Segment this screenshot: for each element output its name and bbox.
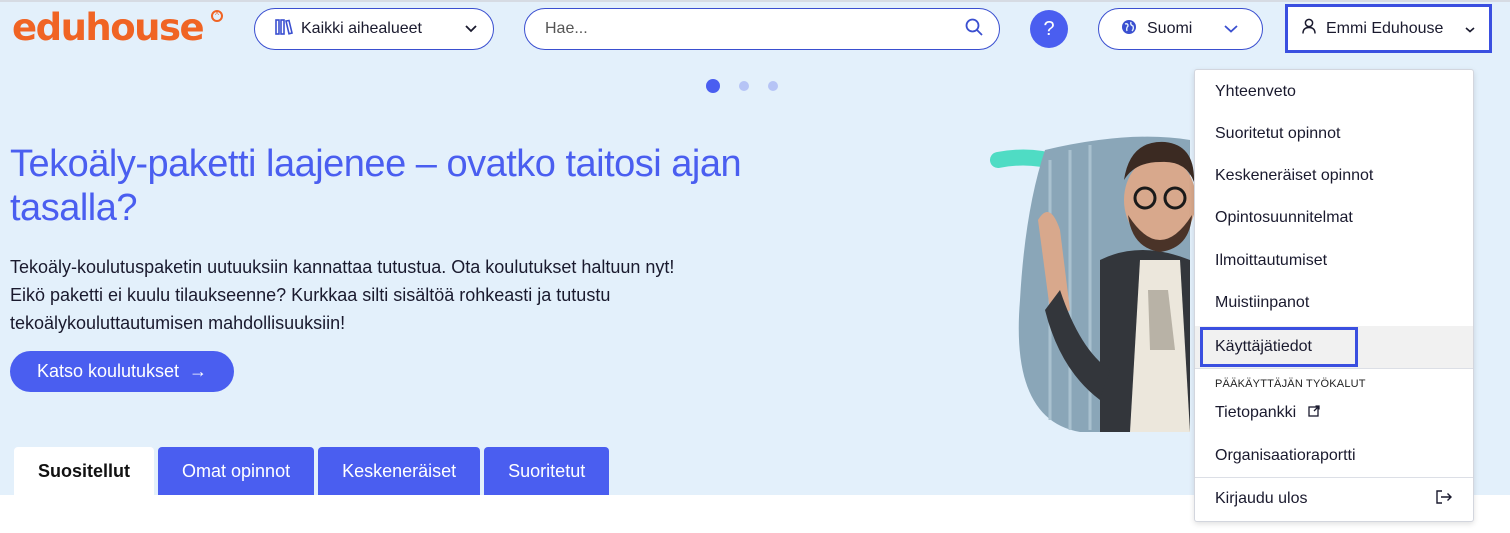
arrow-right-icon: →	[189, 361, 208, 381]
cta-label: Katso koulutukset	[36, 361, 180, 381]
chevron-down-icon	[465, 20, 477, 38]
carousel-dot-2[interactable]	[739, 81, 749, 91]
help-button[interactable]: ?	[1030, 10, 1068, 48]
hero-title: Tekoäly-paketti laajenee – ovatko taitos…	[10, 143, 742, 229]
menu-item-tietopankki[interactable]: Tietopankki	[1195, 392, 1473, 434]
globe-icon	[1121, 19, 1137, 40]
course-tabs: Suositellut Omat opinnot Keskeneräiset S…	[14, 447, 610, 495]
user-menu-button[interactable]: Emmi Eduhouse	[1285, 4, 1492, 53]
hero-person-illustration	[990, 136, 1196, 432]
external-link-icon	[1308, 404, 1320, 422]
user-icon	[1302, 18, 1316, 39]
carousel-dot-3[interactable]	[768, 81, 778, 91]
hero-description: Tekoäly-koulutuspaketin uutuuksiin kanna…	[10, 253, 770, 337]
category-dropdown[interactable]: Kaikki aihealueet	[254, 8, 494, 50]
menu-item-suoritetut-opinnot[interactable]: Suoritetut opinnot	[1195, 113, 1473, 155]
top-divider	[0, 0, 1510, 2]
logo-hat-icon: ^	[211, 10, 223, 22]
search-bar[interactable]	[524, 8, 1000, 50]
category-label: Kaikki aihealueet	[301, 20, 422, 37]
chevron-down-icon	[1465, 20, 1475, 38]
cta-button[interactable]: Katso koulutukset →	[10, 351, 234, 392]
menu-divider	[1195, 368, 1473, 369]
user-name: Emmi Eduhouse	[1326, 19, 1444, 37]
hero-description-line: tekoälykouluttautumisen mahdollisuuksiin…	[10, 313, 346, 333]
search-icon[interactable]	[965, 18, 983, 41]
chevron-down-icon	[1224, 20, 1238, 38]
menu-item-keskeneraiset-opinnot[interactable]: Keskeneräiset opinnot	[1195, 155, 1473, 197]
hero-description-line: Eikö paketti ei kuulu tilaukseenne? Kurk…	[10, 285, 611, 305]
tab-suoritetut[interactable]: Suoritetut	[484, 447, 610, 495]
menu-item-highlight	[1200, 327, 1358, 367]
menu-item-kirjaudu-ulos[interactable]: Kirjaudu ulos	[1195, 478, 1473, 520]
user-dropdown-menu: Yhteenveto Suoritetut opinnot Keskeneräi…	[1194, 69, 1474, 522]
carousel-dot-1[interactable]	[706, 79, 720, 93]
tab-keskeneraiset[interactable]: Keskeneräiset	[318, 447, 481, 495]
logout-icon	[1435, 489, 1453, 509]
menu-item-organisaatioraportti[interactable]: Organisaatioraportti	[1195, 435, 1473, 477]
tab-suositellut[interactable]: Suositellut	[14, 447, 155, 495]
books-icon	[275, 18, 293, 40]
menu-item-opintosuunnitelmat[interactable]: Opintosuunnitelmat	[1195, 197, 1473, 239]
search-input[interactable]	[545, 20, 965, 38]
language-selector[interactable]: Suomi	[1098, 8, 1263, 50]
menu-item-ilmoittautumiset[interactable]: Ilmoittautumiset	[1195, 240, 1473, 282]
menu-item-yhteenveto[interactable]: Yhteenveto	[1195, 71, 1473, 113]
carousel-dots	[706, 79, 778, 93]
hero-description-line: Tekoäly-koulutuspaketin uutuuksiin kanna…	[10, 257, 675, 277]
logout-label: Kirjaudu ulos	[1215, 490, 1308, 507]
eduhouse-logo[interactable]: eduhouse	[12, 6, 205, 49]
admin-section-title: PÄÄKÄYTTÄJÄN TYÖKALUT	[1215, 378, 1366, 390]
menu-item-label: Tietopankki	[1215, 404, 1297, 421]
tab-omat-opinnot[interactable]: Omat opinnot	[158, 447, 315, 495]
menu-item-muistiinpanot[interactable]: Muistiinpanot	[1195, 282, 1473, 324]
language-label: Suomi	[1147, 20, 1193, 37]
